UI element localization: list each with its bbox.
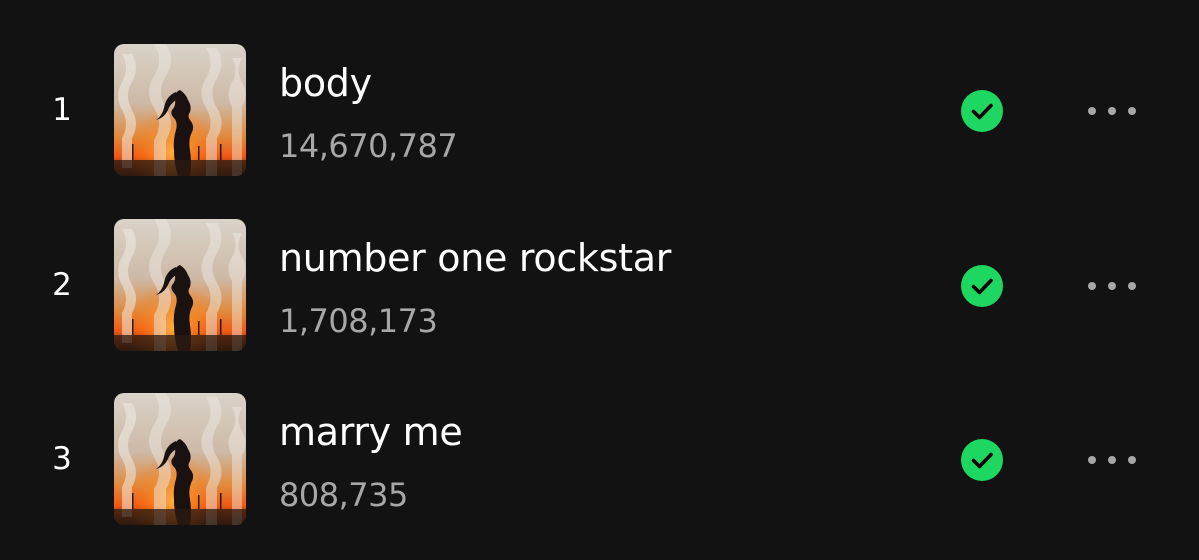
track-row[interactable]: 2 number one rockstar 1,708,173: [0, 219, 1199, 351]
more-options-icon[interactable]: [1082, 445, 1142, 475]
track-number: 3: [52, 441, 72, 477]
album-art: [114, 44, 246, 176]
track-play-count: 808,735: [279, 476, 408, 514]
track-play-count: 1,708,173: [279, 302, 438, 340]
more-options-icon[interactable]: [1082, 96, 1142, 126]
track-list: 1 body 14,670,787 2 number one rockstar …: [0, 0, 1199, 560]
track-number: 1: [52, 92, 72, 128]
album-art: [114, 393, 246, 525]
track-title[interactable]: number one rockstar: [279, 233, 671, 283]
check-circle-icon[interactable]: [961, 90, 1003, 132]
track-play-count: 14,670,787: [279, 127, 458, 165]
check-circle-icon[interactable]: [961, 265, 1003, 307]
track-title[interactable]: marry me: [279, 407, 463, 457]
check-circle-icon[interactable]: [961, 439, 1003, 481]
more-options-icon[interactable]: [1082, 271, 1142, 301]
track-title[interactable]: body: [279, 58, 372, 108]
album-art: [114, 219, 246, 351]
track-row[interactable]: 3 marry me 808,735: [0, 393, 1199, 525]
track-number: 2: [52, 267, 72, 303]
track-row[interactable]: 1 body 14,670,787: [0, 44, 1199, 176]
